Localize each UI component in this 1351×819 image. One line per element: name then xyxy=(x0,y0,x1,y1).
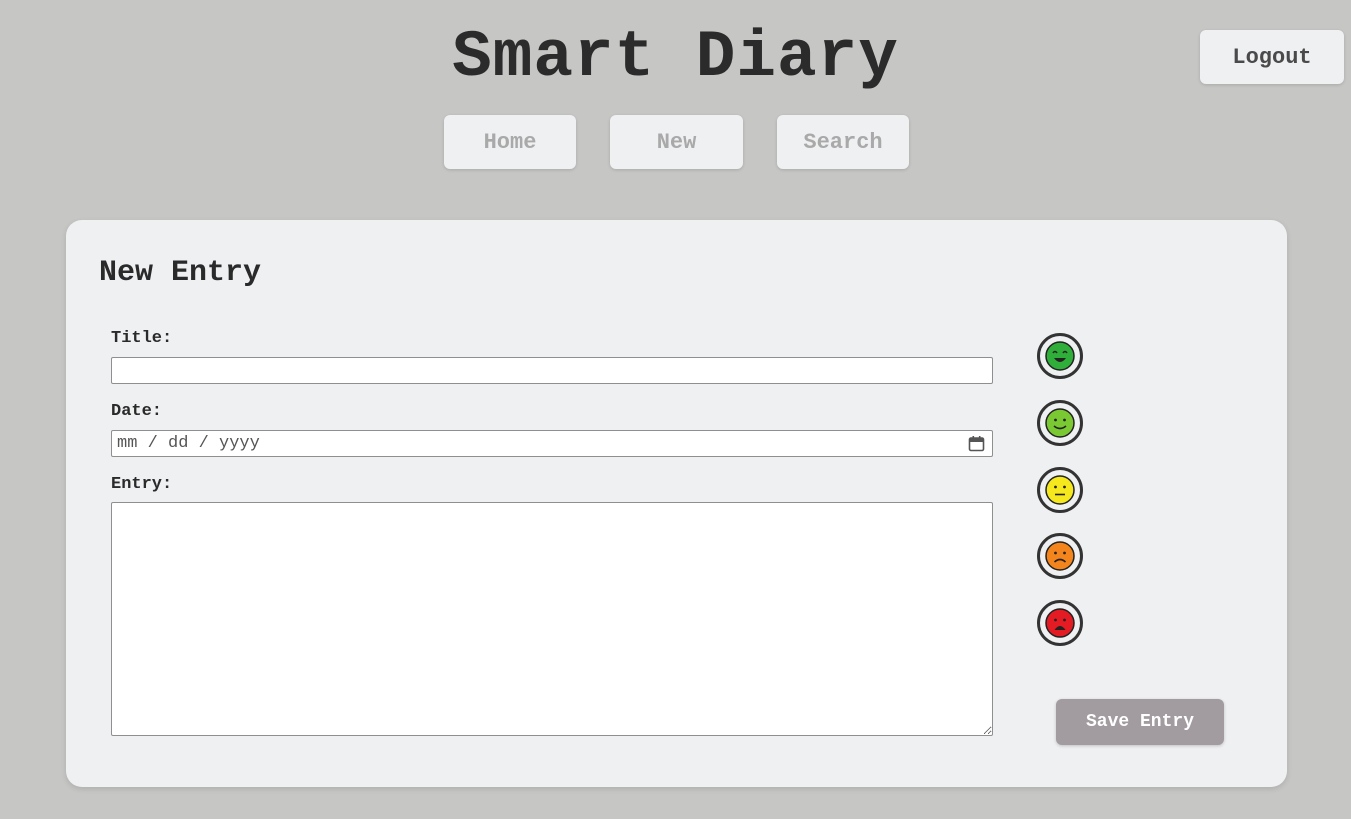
date-input[interactable]: mm / dd / yyyy xyxy=(111,430,993,457)
mood-happy-button[interactable] xyxy=(1037,400,1083,446)
mood-very-happy-button[interactable] xyxy=(1037,333,1083,379)
save-entry-button[interactable]: Save Entry xyxy=(1056,699,1224,745)
date-label: Date: xyxy=(111,402,163,421)
page: Smart Diary Logout Home New Search New E… xyxy=(0,0,1351,819)
neutral-face-icon xyxy=(1045,475,1075,505)
mood-sad-button[interactable] xyxy=(1037,533,1083,579)
calendar-icon[interactable] xyxy=(968,435,985,452)
very-sad-face-icon xyxy=(1045,608,1075,638)
date-placeholder: mm / dd / yyyy xyxy=(117,434,260,453)
nav-search-button[interactable]: Search xyxy=(777,115,909,169)
app-title: Smart Diary xyxy=(452,20,899,95)
title-input[interactable] xyxy=(111,357,993,384)
title-label: Title: xyxy=(111,329,173,348)
new-entry-card: New Entry Title: Date: mm / dd / yyyy En… xyxy=(66,220,1287,787)
sad-face-icon xyxy=(1045,541,1075,571)
happy-face-icon xyxy=(1045,408,1075,438)
logout-button[interactable]: Logout xyxy=(1200,30,1344,84)
mood-neutral-button[interactable] xyxy=(1037,467,1083,513)
entry-label: Entry: xyxy=(111,475,173,494)
mood-very-sad-button[interactable] xyxy=(1037,600,1083,646)
very-happy-face-icon xyxy=(1045,341,1075,371)
main-nav: Home New Search xyxy=(444,115,909,169)
card-heading: New Entry xyxy=(99,256,262,290)
nav-new-button[interactable]: New xyxy=(610,115,743,169)
nav-home-button[interactable]: Home xyxy=(444,115,576,169)
entry-textarea[interactable] xyxy=(111,502,993,736)
